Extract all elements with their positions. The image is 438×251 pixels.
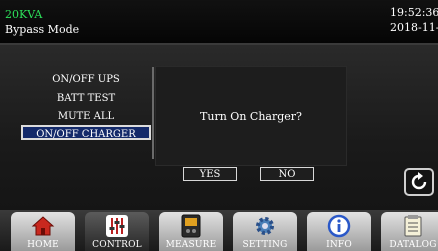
confirm-dialog: Turn On Charger? (156, 67, 346, 165)
gear-icon (256, 217, 274, 235)
nav-measure-label: MEASURE (165, 240, 217, 250)
control-panel: ON/OFF UPS BATT TEST MUTE ALL ON/OFF CHA… (0, 45, 438, 210)
nav-datalog[interactable]: DATALOG (381, 212, 438, 251)
no-button[interactable]: NO (260, 167, 314, 181)
home-icon (31, 216, 55, 236)
datalog-icon (404, 215, 422, 237)
nav-setting[interactable]: SETTING (233, 212, 297, 251)
menu-divider (152, 67, 154, 159)
info-icon (327, 214, 351, 238)
nav-setting-label: SETTING (242, 240, 288, 250)
nav-home-label: HOME (27, 240, 59, 250)
bottom-nav: HOME CONTROL MEASURE SETTING INFO DATALO… (0, 210, 438, 251)
menu-item-batt-test[interactable]: BATT TEST (21, 91, 151, 106)
measure-meter-icon (181, 214, 201, 238)
status-bar: 20KVA Bypass Mode 19:52:36 2018-11-07 (0, 0, 438, 45)
nav-measure[interactable]: MEASURE (159, 212, 223, 251)
nav-info[interactable]: INFO (307, 212, 371, 251)
nav-home[interactable]: HOME (11, 212, 75, 251)
clock-date: 2018-11-07 (390, 21, 438, 34)
menu-item-on-off-ups[interactable]: ON/OFF UPS (21, 72, 151, 87)
clock-time: 19:52:36 (390, 6, 438, 19)
back-arrow-icon (411, 172, 427, 190)
menu-item-mute-all[interactable]: MUTE ALL (21, 109, 151, 124)
back-button[interactable] (404, 168, 434, 196)
control-sliders-icon (106, 215, 128, 237)
menu-item-on-off-charger[interactable]: ON/OFF CHARGER (21, 125, 151, 140)
nav-control[interactable]: CONTROL (85, 212, 149, 251)
yes-button[interactable]: YES (183, 167, 237, 181)
ups-model: 20KVA (5, 8, 43, 21)
dialog-message: Turn On Charger? (200, 110, 302, 123)
operating-mode: Bypass Mode (5, 23, 80, 36)
nav-datalog-label: DATALOG (389, 240, 437, 250)
nav-control-label: CONTROL (92, 240, 142, 250)
nav-info-label: INFO (326, 240, 352, 250)
